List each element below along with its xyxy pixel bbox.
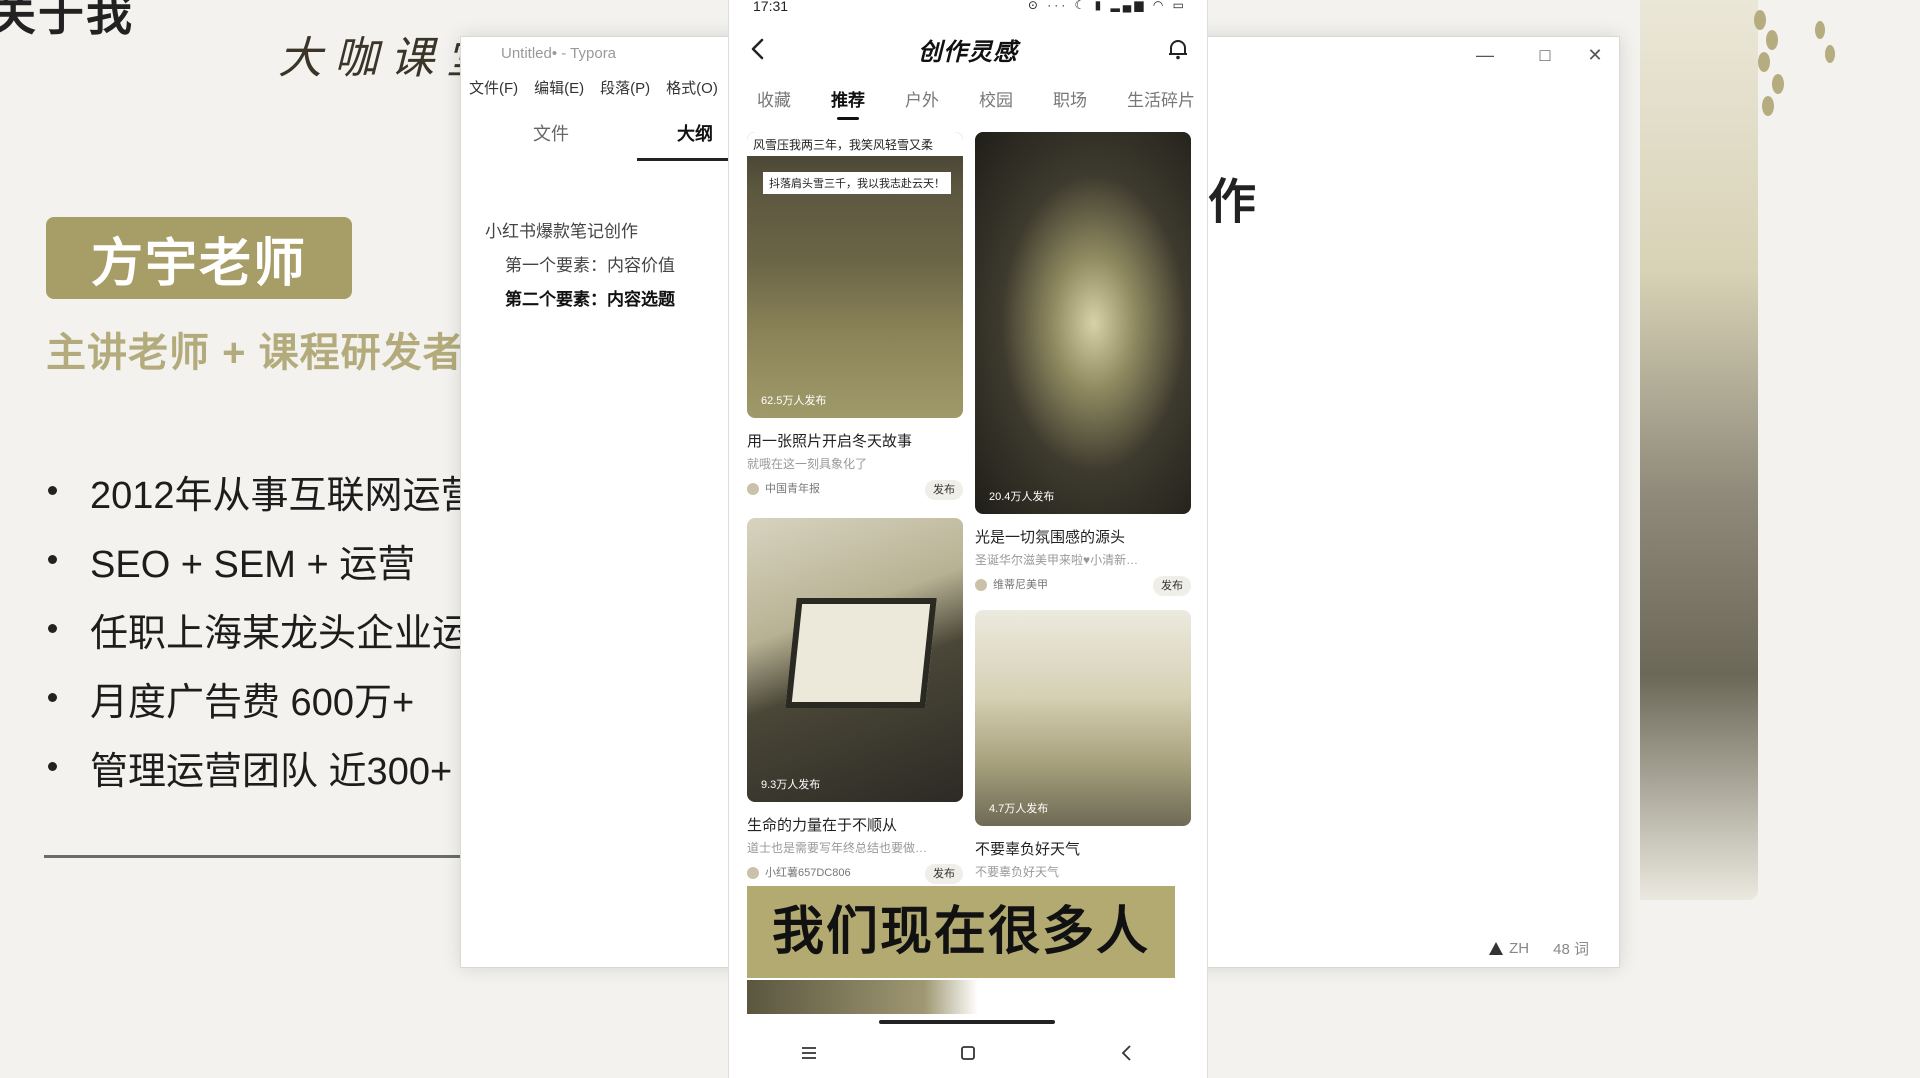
slide-divider [44,855,464,858]
phone-screen: 17:31 ⊙ ··· ☾ ▮ ▂▄▆ ◠ ▭ 创作灵感 收藏 推荐 户外 校园… [728,0,1208,1078]
bio-bullet-list: 2012年从事互联网运营 SEO + SEM + 运营 任职上海某龙头企业运 月… [44,464,479,809]
card-image[interactable]: 20.4万人发布 [975,132,1191,514]
next-row-peek [747,980,1191,1014]
menu-edit[interactable]: 编辑(E) [534,77,584,103]
bio-bullet: 任职上海某龙头企业运 [44,602,479,671]
card-subtitle: 不要辜负好天气 [975,865,1060,879]
slide-title: 关于我 [0,0,134,40]
publish-count: 4.7万人发布 [989,803,1049,815]
minimize-button[interactable]: — [1465,41,1505,69]
outline-item[interactable]: 小红书爆款笔记创作 [485,217,675,251]
tab-workplace[interactable]: 职场 [1053,84,1087,120]
tab-favorites[interactable]: 收藏 [757,84,791,120]
inspiration-card[interactable]: 9.3万人发布 生命的力量在于不顺从 道士也是需要写年终总结也要做… 小红薯65… [747,518,963,884]
bio-bullet: SEO + SEM + 运营 [44,533,479,602]
video-subtitle-caption: 我们现在很多人 [747,886,1175,978]
back-nav-button[interactable] [1112,1038,1142,1068]
lang-indicator[interactable]: ZH [1489,940,1529,957]
app-header: 创作灵感 [729,28,1207,72]
inspiration-card[interactable]: 风雪压我两三年，我笑风轻雪又柔 抖落肩头雪三千，我以我志赴云天！ 62.5万人发… [747,132,963,500]
close-button[interactable]: ✕ [1575,41,1615,69]
maximize-button[interactable]: □ [1525,41,1565,69]
inspiration-card[interactable]: 4.7万人发布 不要辜负好天气 不要辜负好天气 [975,610,1191,880]
tab-life-fragments[interactable]: 生活碎片 [1127,84,1195,120]
slide-partial-char: 作 [1208,176,1257,229]
home-nav-button[interactable] [953,1038,983,1068]
decoration-right [1640,0,1920,1078]
card-image[interactable]: 4.7万人发布 [975,610,1191,826]
menu-bar: 文件(F) 编辑(E) 段落(P) 格式(O) [469,77,718,103]
laptop-photo [785,598,937,708]
menu-icon [801,1047,816,1059]
card-footer: 维蒂尼美甲 发布 [975,576,1191,596]
word-count[interactable]: 48 词 [1553,938,1589,959]
teacher-name-badge: 方宇老师 [46,217,352,299]
status-icons: ⊙ ··· ☾ ▮ ▂▄▆ ◠ ▭ [1027,0,1187,12]
menu-nav-button[interactable] [794,1038,824,1068]
sidebar-tabs: 文件 大纲 [461,107,753,161]
menu-format[interactable]: 格式(O) [666,77,718,103]
home-indicator [879,1020,1055,1024]
image-caption: 抖落肩头雪三千，我以我志赴云天！ [763,172,951,194]
author-avatar-icon [975,579,987,592]
card-title: 不要辜负好天气 [975,841,1081,858]
tab-files[interactable]: 文件 [491,107,611,161]
card-title: 生命的力量在于不顺从 [747,817,898,834]
menu-file[interactable]: 文件(F) [469,77,518,103]
menu-paragraph[interactable]: 段落(P) [600,77,650,103]
teacher-subtitle: 主讲老师 + 课程研发者 [46,331,464,375]
card-footer: 中国青年报 发布 [747,480,963,500]
status-bar: ZH 48 词 [1489,938,1589,959]
publish-button[interactable]: 发布 [1153,576,1191,596]
card-footer: 小红薯657DC806 发布 [747,864,963,884]
author-avatar-icon [747,867,759,880]
card-subtitle: 就哦在这一刻具象化了 [747,457,868,471]
card-title: 光是一切氛围感的源头 [975,529,1126,546]
card-image[interactable]: 风雪压我两三年，我笑风轻雪又柔 抖落肩头雪三千，我以我志赴云天！ 62.5万人发… [747,132,963,418]
app-title: 创作灵感 [918,39,1018,66]
card-author: 维蒂尼美甲 [993,579,1048,591]
outline-list: 小红书爆款笔记创作 第一个要素：内容价值 第二个要素：内容选题 [485,217,675,319]
card-subtitle: 圣诞华尔滋美甲来啦♥小清新… [975,553,1139,567]
back-chevron-icon [1122,1045,1131,1061]
inspiration-card[interactable]: 20.4万人发布 光是一切氛围感的源头 圣诞华尔滋美甲来啦♥小清新… 维蒂尼美甲… [975,132,1191,596]
outline-item-active[interactable]: 第二个要素：内容选题 [485,285,675,319]
card-image[interactable]: 9.3万人发布 [747,518,963,802]
bio-bullet: 管理运营团队 近300+ [44,740,479,809]
image-caption: 风雪压我两三年，我笑风轻雪又柔 [747,132,963,156]
bio-bullet: 月度广告费 600万+ [44,671,479,740]
author-avatar-icon [747,483,759,496]
tab-recommended[interactable]: 推荐 [831,84,865,120]
home-square-icon [961,1046,975,1060]
card-subtitle: 道士也是需要写年终总结也要做… [747,841,928,855]
bio-bullet: 2012年从事互联网运营 [44,464,479,533]
card-author: 小红薯657DC806 [765,867,851,879]
outline-item[interactable]: 第一个要素：内容价值 [485,251,675,285]
card-title: 用一张照片开启冬天故事 [747,433,913,450]
system-nav-bar [729,1028,1207,1078]
tab-outdoor[interactable]: 户外 [905,84,939,120]
typora-sidebar: 文件 大纲 小红书爆款笔记创作 第一个要素：内容价值 第二个要素：内容选题 [461,107,753,967]
card-author: 中国青年报 [765,483,820,495]
publish-count: 9.3万人发布 [761,779,821,791]
tab-campus[interactable]: 校园 [979,84,1013,120]
publish-button[interactable]: 发布 [925,864,963,884]
window-title: Untitled• - Typora [501,45,617,62]
category-tabs: 收藏 推荐 户外 校园 职场 生活碎片 [729,84,1207,120]
publish-count: 62.5万人发布 [761,395,827,407]
warning-icon [1489,942,1504,955]
publish-button[interactable]: 发布 [925,480,963,500]
phone-status-bar: 17:31 ⊙ ··· ☾ ▮ ▂▄▆ ◠ ▭ [729,0,1207,20]
lang-label: ZH [1509,940,1530,957]
publish-count: 20.4万人发布 [989,491,1055,503]
leaves-decoration-icon [1754,10,1835,116]
status-time: 17:31 [753,0,789,14]
bell-icon[interactable] [1165,36,1191,62]
